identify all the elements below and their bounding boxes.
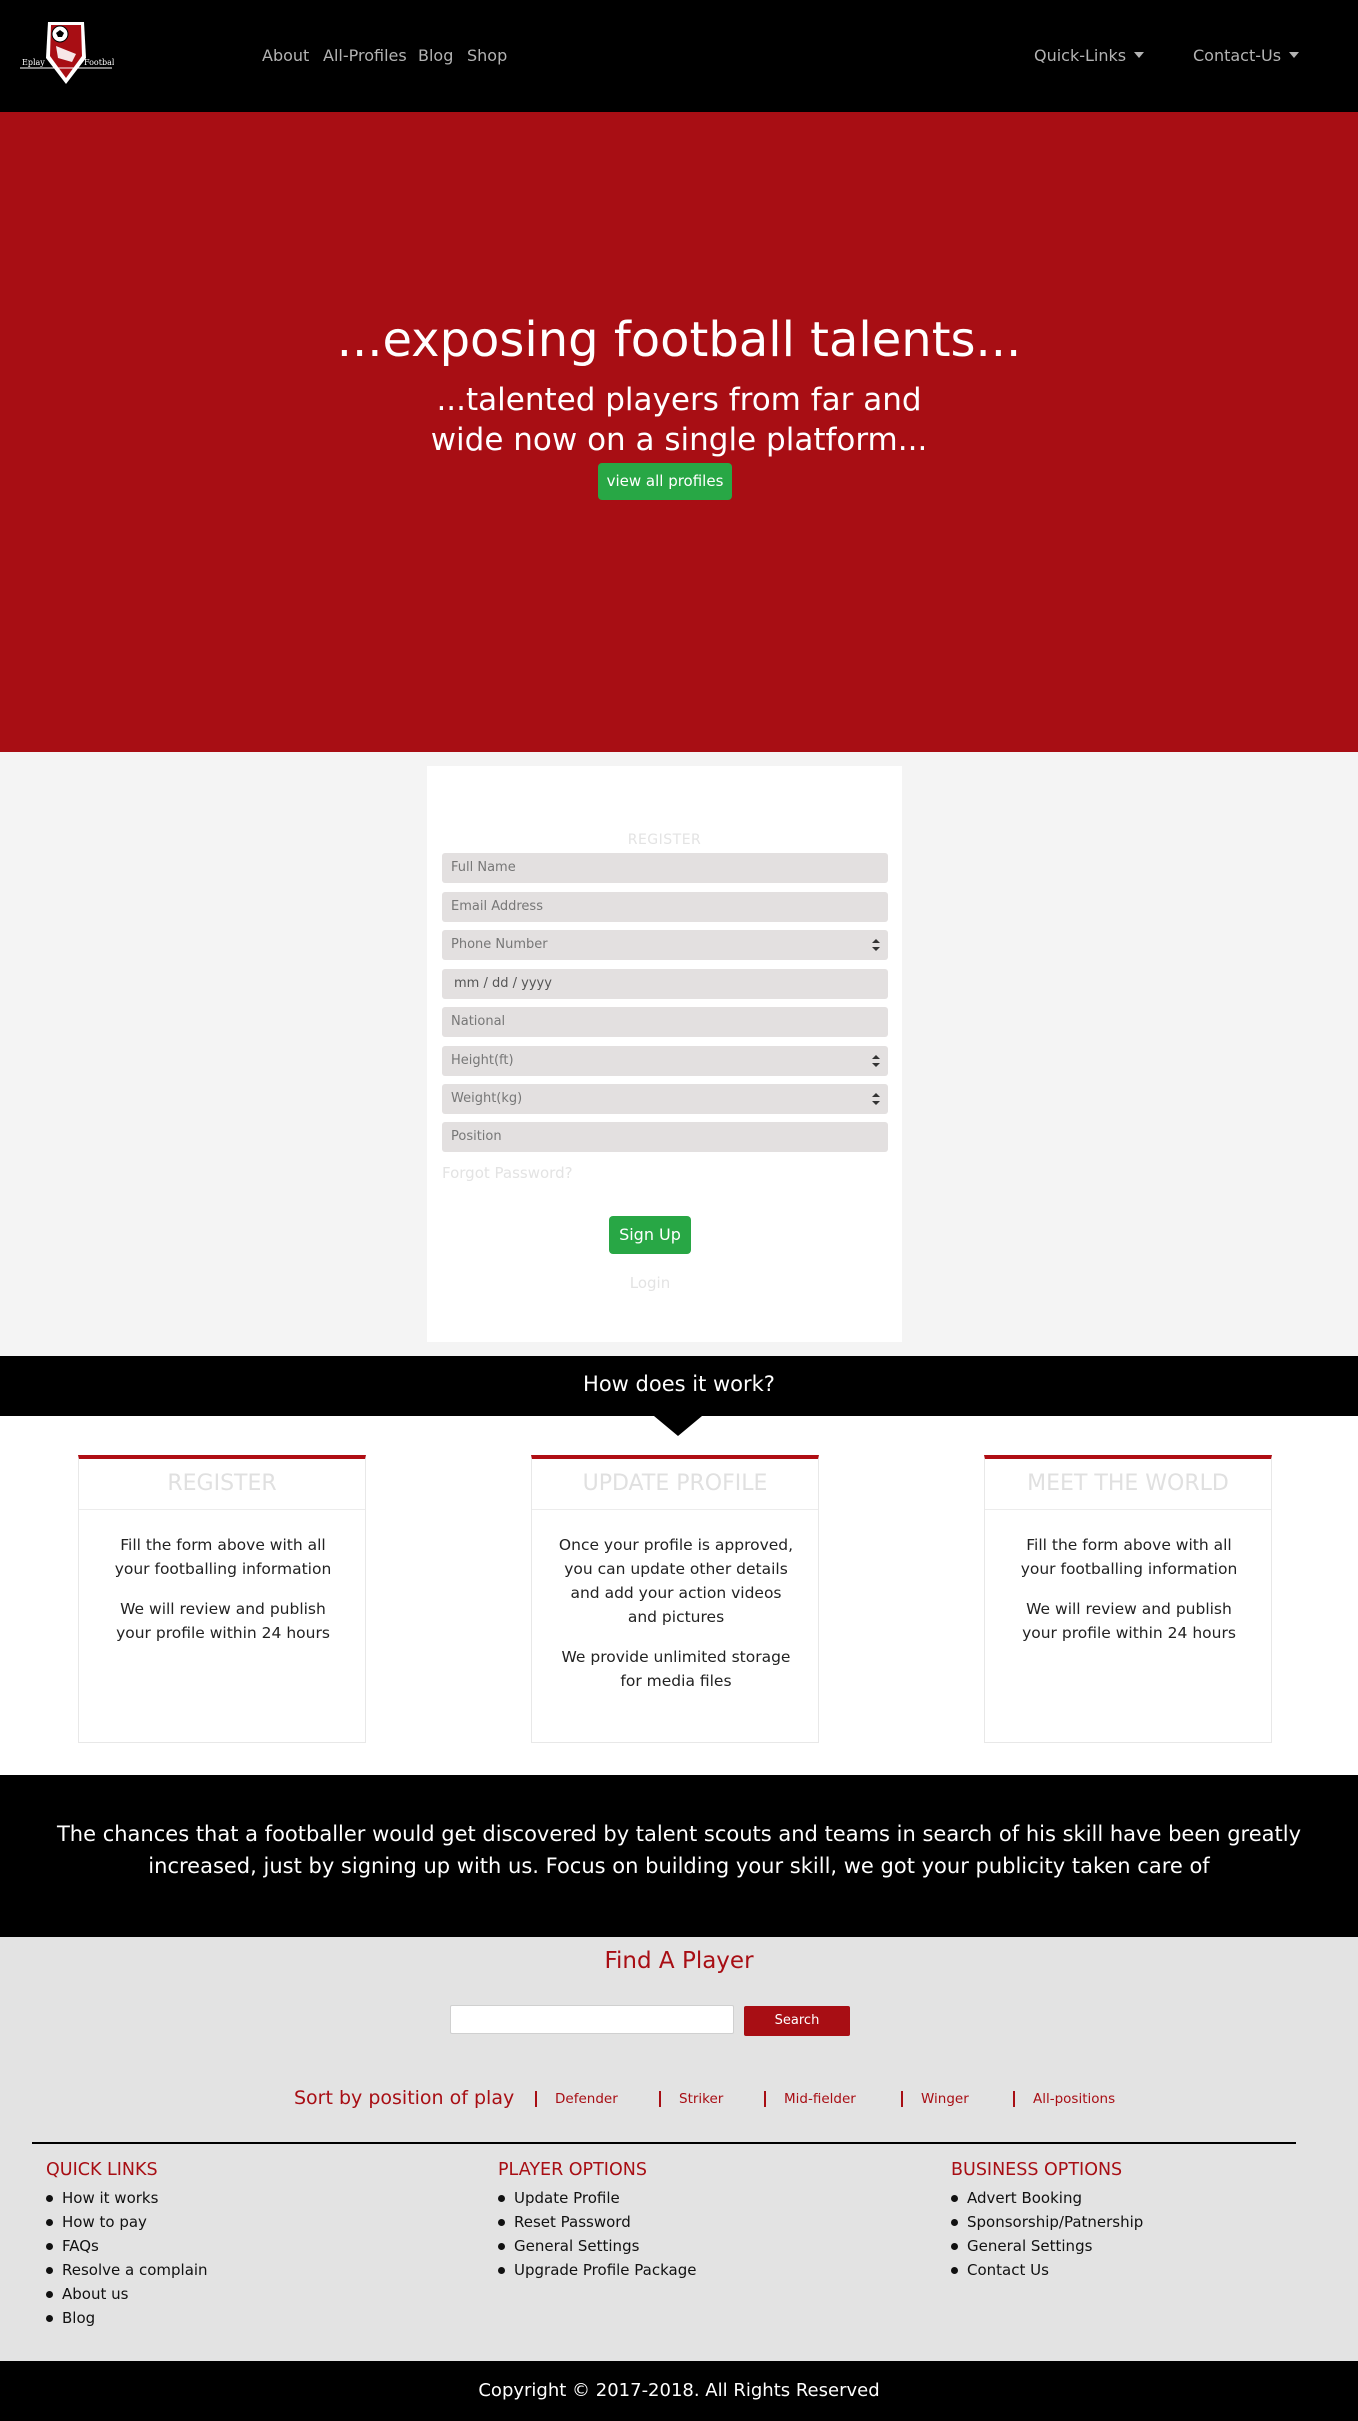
footer-column-title: PLAYER OPTIONS <box>498 2160 647 2180</box>
step-body: Once your profile is approved, you can u… <box>554 1533 798 1709</box>
hero-subtitle: ...talented players from far and wide no… <box>430 382 928 458</box>
footer-link[interactable]: Blog <box>46 2306 208 2330</box>
player-search-input[interactable] <box>450 2005 734 2034</box>
down-arrow-icon <box>654 1416 702 1436</box>
step-text: Once your profile is approved, you can u… <box>558 1536 794 1626</box>
copyright-text: Copyright © 2017-2018. All Rights Reserv… <box>478 2380 880 2401</box>
footer-column-title: BUSINESS OPTIONS <box>951 2160 1123 2180</box>
nav-contact-us-label: Contact-Us <box>1193 46 1282 65</box>
phone-number-placeholder: Phone Number <box>451 937 548 952</box>
step-text: Fill the form above with all your footba… <box>114 1536 332 1578</box>
step-text: We will review and publish your profile … <box>1022 1600 1236 1642</box>
register-title: REGISTER <box>627 832 702 848</box>
nav-about[interactable]: About <box>262 46 309 66</box>
number-spinner-icon[interactable] <box>872 939 880 951</box>
publicity-text: The chances that a footballer would get … <box>56 1822 1302 1878</box>
divider <box>532 1509 818 1510</box>
site-logo[interactable]: Eplay Football <box>18 20 117 90</box>
forgot-password-link[interactable]: Forgot Password? <box>442 1164 573 1182</box>
footer-link[interactable]: How it works <box>46 2186 208 2210</box>
find-player-section: Find A Player Search Sort by position of… <box>0 1937 1358 2361</box>
height-field[interactable]: Height(ft) <box>442 1046 888 1076</box>
step-text: We will review and publish your profile … <box>116 1600 330 1642</box>
step-card-update-profile: UPDATE PROFILE Once your profile is appr… <box>531 1455 819 1743</box>
footer-link[interactable]: General Settings <box>951 2234 1143 2258</box>
nav-quick-links-dropdown[interactable]: Quick-Links <box>1034 46 1145 66</box>
sort-all-positions[interactable]: All-positions <box>1013 2091 1115 2107</box>
weight-placeholder: Weight(kg) <box>451 1091 523 1106</box>
step-title: REGISTER <box>167 1471 277 1496</box>
footer-link[interactable]: FAQs <box>46 2234 208 2258</box>
nav-shop[interactable]: Shop <box>467 46 507 66</box>
caret-down-icon <box>1289 52 1300 58</box>
email-field[interactable]: Email Address <box>442 892 888 922</box>
footer-link[interactable]: Reset Password <box>498 2210 696 2234</box>
register-section: REGISTER Full Name Email Address Phone N… <box>0 752 1358 1356</box>
register-form: REGISTER Full Name Email Address Phone N… <box>427 766 902 1342</box>
footer-divider <box>32 2142 1296 2144</box>
footer-quick-links: QUICK LINKS How it works How to pay FAQs… <box>46 2160 208 2330</box>
sort-by-position-label: Sort by position of play <box>294 2087 515 2109</box>
sign-up-button[interactable]: Sign Up <box>609 1216 691 1254</box>
phone-number-field[interactable]: Phone Number <box>442 930 888 960</box>
how-it-works-heading: How does it work? <box>0 1356 1358 1416</box>
number-spinner-icon[interactable] <box>872 1055 880 1067</box>
sort-mid-fielder[interactable]: Mid-fielder <box>764 2091 856 2107</box>
position-field[interactable]: Position <box>442 1122 888 1152</box>
step-title: UPDATE PROFILE <box>582 1471 768 1496</box>
login-link[interactable]: Login <box>427 1274 873 1292</box>
sort-winger[interactable]: Winger <box>901 2091 969 2107</box>
height-placeholder: Height(ft) <box>451 1053 514 1068</box>
divider <box>985 1509 1271 1510</box>
svg-text:Football: Football <box>84 58 114 67</box>
find-player-title: Find A Player <box>604 1948 754 1974</box>
footer-link[interactable]: Resolve a complain <box>46 2258 208 2282</box>
footer-column-title: QUICK LINKS <box>46 2160 158 2180</box>
copyright-bar: Copyright © 2017-2018. All Rights Reserv… <box>0 2361 1358 2421</box>
svg-text:Eplay: Eplay <box>22 58 45 67</box>
footer-link[interactable]: Upgrade Profile Package <box>498 2258 696 2282</box>
footer-business-options: BUSINESS OPTIONS Advert Booking Sponsors… <box>951 2160 1143 2282</box>
step-card-meet-the-world: MEET THE WORLD Fill the form above with … <box>984 1455 1272 1743</box>
footer-link[interactable]: Sponsorship/Patnership <box>951 2210 1143 2234</box>
step-body: Fill the form above with all your footba… <box>101 1533 345 1661</box>
step-text: We provide unlimited storage for media f… <box>561 1648 791 1690</box>
top-navbar: Eplay Football About All-Profiles Blog S… <box>0 0 1358 112</box>
publicity-statement: The chances that a footballer would get … <box>0 1775 1358 1937</box>
nationality-field[interactable]: National <box>442 1007 888 1037</box>
search-button[interactable]: Search <box>744 2006 850 2036</box>
full-name-field[interactable]: Full Name <box>442 853 888 883</box>
footer-link[interactable]: About us <box>46 2282 208 2306</box>
nav-blog[interactable]: Blog <box>418 46 453 66</box>
caret-down-icon <box>1134 52 1145 58</box>
hero-title: ...exposing football talents... <box>336 312 1022 368</box>
footer-link[interactable]: Update Profile <box>498 2186 696 2210</box>
nav-quick-links-label: Quick-Links <box>1034 46 1127 65</box>
nav-all-profiles[interactable]: All-Profiles <box>323 46 407 66</box>
footer-link[interactable]: General Settings <box>498 2234 696 2258</box>
weight-field[interactable]: Weight(kg) <box>442 1084 888 1114</box>
step-card-register: REGISTER Fill the form above with all yo… <box>78 1455 366 1743</box>
view-all-profiles-button[interactable]: view all profiles <box>598 463 732 500</box>
nav-contact-us-dropdown[interactable]: Contact-Us <box>1193 46 1300 66</box>
divider <box>79 1509 365 1510</box>
footer-link[interactable]: How to pay <box>46 2210 208 2234</box>
sort-striker[interactable]: Striker <box>659 2091 723 2107</box>
sort-defender[interactable]: Defender <box>535 2091 618 2107</box>
step-title: MEET THE WORLD <box>1027 1471 1229 1496</box>
number-spinner-icon[interactable] <box>872 1093 880 1105</box>
footer-link[interactable]: Advert Booking <box>951 2186 1143 2210</box>
step-text: Fill the form above with all your footba… <box>1020 1536 1238 1578</box>
hero-banner: ...exposing football talents... ...talen… <box>0 112 1358 752</box>
step-body: Fill the form above with all your footba… <box>1007 1533 1251 1661</box>
date-of-birth-field[interactable]: mm / dd / yyyy <box>442 969 888 999</box>
footer-player-options: PLAYER OPTIONS Update Profile Reset Pass… <box>498 2160 696 2282</box>
footer-link[interactable]: Contact Us <box>951 2258 1143 2282</box>
